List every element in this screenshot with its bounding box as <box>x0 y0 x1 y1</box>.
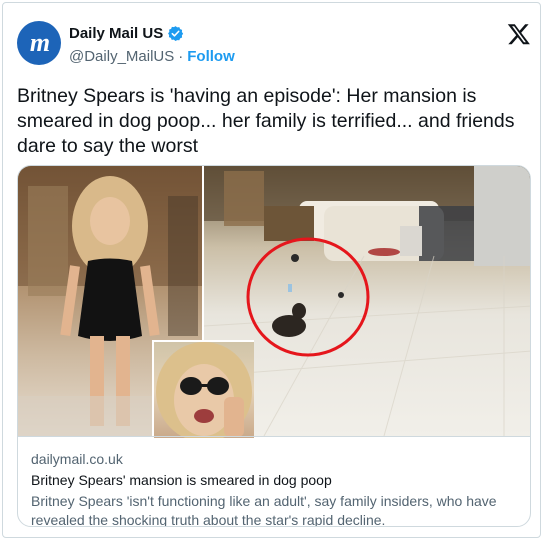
tweet-text: Britney Spears is 'having an episode': H… <box>17 85 515 157</box>
account-name-row: Daily Mail US <box>69 25 184 42</box>
link-info[interactable]: dailymail.co.uk Britney Spears' mansion … <box>18 436 530 527</box>
link-description: Britney Spears 'isn't functioning like a… <box>31 493 497 527</box>
follow-button[interactable]: Follow <box>187 48 235 65</box>
photo-inset-woman-sunglasses <box>152 340 254 442</box>
account-name[interactable]: Daily Mail US <box>69 25 163 42</box>
link-domain: dailymail.co.uk <box>31 451 123 467</box>
link-preview-card[interactable]: dailymail.co.uk Britney Spears' mansion … <box>17 165 531 527</box>
handle-row: @Daily_MailUS · Follow <box>69 48 235 65</box>
verified-badge-icon <box>168 26 184 41</box>
avatar[interactable]: m <box>17 21 61 65</box>
x-logo-icon[interactable] <box>507 22 531 46</box>
photo-inset-illustration <box>156 342 252 442</box>
account-handle[interactable]: @Daily_MailUS <box>69 48 174 65</box>
link-title[interactable]: Britney Spears' mansion is smeared in do… <box>31 472 332 488</box>
separator-dot: · <box>178 48 184 65</box>
avatar-letters: m <box>29 28 50 57</box>
